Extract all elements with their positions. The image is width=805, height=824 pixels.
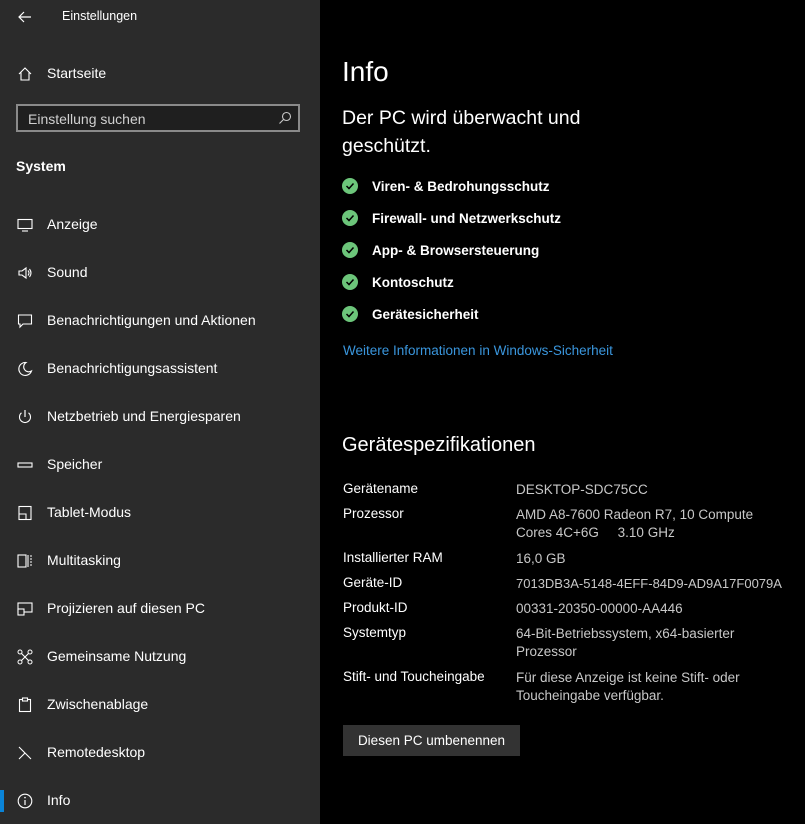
security-item: Viren- & Bedrohungsschutz	[342, 176, 550, 196]
spec-value: 7013DB3A-5148-4EFF-84D9-AD9A17F0079A	[516, 576, 782, 591]
spec-key: Produkt-ID	[343, 600, 408, 615]
tablet-icon	[16, 504, 34, 522]
info-icon	[16, 792, 34, 810]
sidebar-item-gemeinsame-nutzung[interactable]: Gemeinsame Nutzung	[0, 637, 320, 677]
sidebar-item-speicher[interactable]: Speicher	[0, 445, 320, 485]
check-icon	[342, 210, 358, 226]
sidebar-item-label: Speicher	[47, 456, 103, 472]
security-item: App- & Browsersteuerung	[342, 240, 539, 260]
spec-key: Prozessor	[343, 506, 404, 521]
sidebar-item-label: Sound	[47, 264, 88, 280]
spec-key: Systemtyp	[343, 625, 407, 640]
spec-key: Installierter RAM	[343, 550, 443, 565]
clipboard-icon	[16, 696, 34, 714]
windows-security-link[interactable]: Weitere Informationen in Windows-Sicherh…	[343, 343, 613, 358]
sidebar-item-projizieren[interactable]: Projizieren auf diesen PC	[0, 589, 320, 629]
sidebar-item-remotedesktop[interactable]: Remotedesktop	[0, 733, 320, 773]
home-icon	[16, 65, 34, 83]
check-icon	[342, 178, 358, 194]
sidebar-item-label: Tablet-Modus	[47, 504, 132, 520]
title-bar: Einstellungen	[0, 0, 320, 34]
sidebar-item-zwischenablage[interactable]: Zwischenablage	[0, 685, 320, 725]
sidebar-item-label: Multitasking	[47, 552, 121, 568]
rename-pc-button[interactable]: Diesen PC umbenennen	[343, 725, 520, 756]
notification-icon	[16, 312, 34, 330]
home-label: Startseite	[47, 65, 107, 81]
spec-value: DESKTOP-SDC75CC	[516, 482, 648, 497]
page-title: Info	[342, 56, 389, 87]
security-item-label: Viren- & Bedrohungsschutz	[372, 178, 550, 194]
home-link[interactable]: Startseite	[0, 58, 320, 90]
specs-title: Gerätespezifikationen	[342, 434, 536, 456]
spec-key: Gerätename	[343, 481, 419, 496]
sidebar-item-netzbetrieb[interactable]: Netzbetrieb und Energiesparen	[0, 397, 320, 437]
spec-value: 64-Bit-Betriebssystem, x64-basierter Pro…	[516, 626, 735, 659]
multitasking-icon	[16, 552, 34, 570]
sidebar-item-info[interactable]: Info	[0, 781, 320, 821]
security-headline: Der PC wird überwacht und geschützt.	[342, 107, 581, 157]
section-title: System	[16, 158, 66, 174]
spec-value: AMD A8-7600 Radeon R7, 10 Compute Cores …	[516, 507, 757, 540]
sidebar-item-label: Benachrichtigungen und Aktionen	[47, 312, 256, 328]
sidebar-item-label: Zwischenablage	[47, 696, 149, 712]
search-icon	[279, 111, 292, 124]
spec-key: Stift- und Toucheingabe	[343, 669, 485, 684]
sidebar-item-sound[interactable]: Sound	[0, 253, 320, 293]
sidebar-item-label: Remotedesktop	[47, 744, 146, 760]
security-item: Firewall- und Netzwerkschutz	[342, 208, 561, 228]
power-icon	[16, 408, 34, 426]
security-item: Kontoschutz	[342, 272, 454, 292]
search-input[interactable]: Einstellung suchen	[16, 104, 300, 132]
sidebar-item-benachrichtigungsassistent[interactable]: Benachrichtigungsassistent	[0, 349, 320, 389]
moon-icon	[16, 360, 34, 378]
sidebar-item-anzeige[interactable]: Anzeige	[0, 205, 320, 245]
spec-value: 16,0 GB	[516, 551, 566, 566]
sidebar-item-label: Anzeige	[47, 216, 98, 232]
sidebar-item-label: Projizieren auf diesen PC	[47, 600, 205, 616]
sidebar-item-label: Netzbetrieb und Energiesparen	[47, 408, 241, 424]
sidebar: Einstellungen Startseite Einstellung suc…	[0, 0, 320, 824]
spec-value: Für diese Anzeige ist keine Stift- oder …	[516, 670, 740, 703]
security-item-label: Kontoschutz	[372, 274, 454, 290]
project-icon	[16, 600, 34, 618]
security-item-label: Firewall- und Netzwerkschutz	[372, 210, 562, 226]
search-placeholder: Einstellung suchen	[28, 111, 146, 127]
sidebar-item-label: Info	[47, 792, 71, 808]
remote-icon	[16, 744, 34, 762]
back-button[interactable]	[14, 6, 36, 28]
share-icon	[16, 648, 34, 666]
monitor-icon	[16, 216, 34, 234]
check-icon	[342, 242, 358, 258]
sidebar-item-label: Benachrichtigungsassistent	[47, 360, 218, 376]
security-item-label: Gerätesicherheit	[372, 306, 479, 322]
sidebar-item-tablet-modus[interactable]: Tablet-Modus	[0, 493, 320, 533]
sidebar-item-multitasking[interactable]: Multitasking	[0, 541, 320, 581]
back-arrow-icon	[18, 11, 31, 23]
spec-key: Geräte-ID	[343, 575, 403, 590]
storage-icon	[16, 456, 34, 474]
security-item-label: App- & Browsersteuerung	[372, 242, 540, 258]
sidebar-item-label: Gemeinsame Nutzung	[47, 648, 187, 664]
speaker-icon	[16, 264, 34, 282]
check-icon	[342, 306, 358, 322]
spec-value: 00331-20350-00000-AA446	[516, 601, 683, 616]
app-title: Einstellungen	[62, 9, 138, 23]
main-content: Info Der PC wird überwacht und geschützt…	[320, 0, 805, 824]
active-indicator	[0, 790, 4, 812]
check-icon	[342, 274, 358, 290]
security-item: Gerätesicherheit	[342, 304, 479, 324]
sidebar-item-benachrichtigungen[interactable]: Benachrichtigungen und Aktionen	[0, 301, 320, 341]
